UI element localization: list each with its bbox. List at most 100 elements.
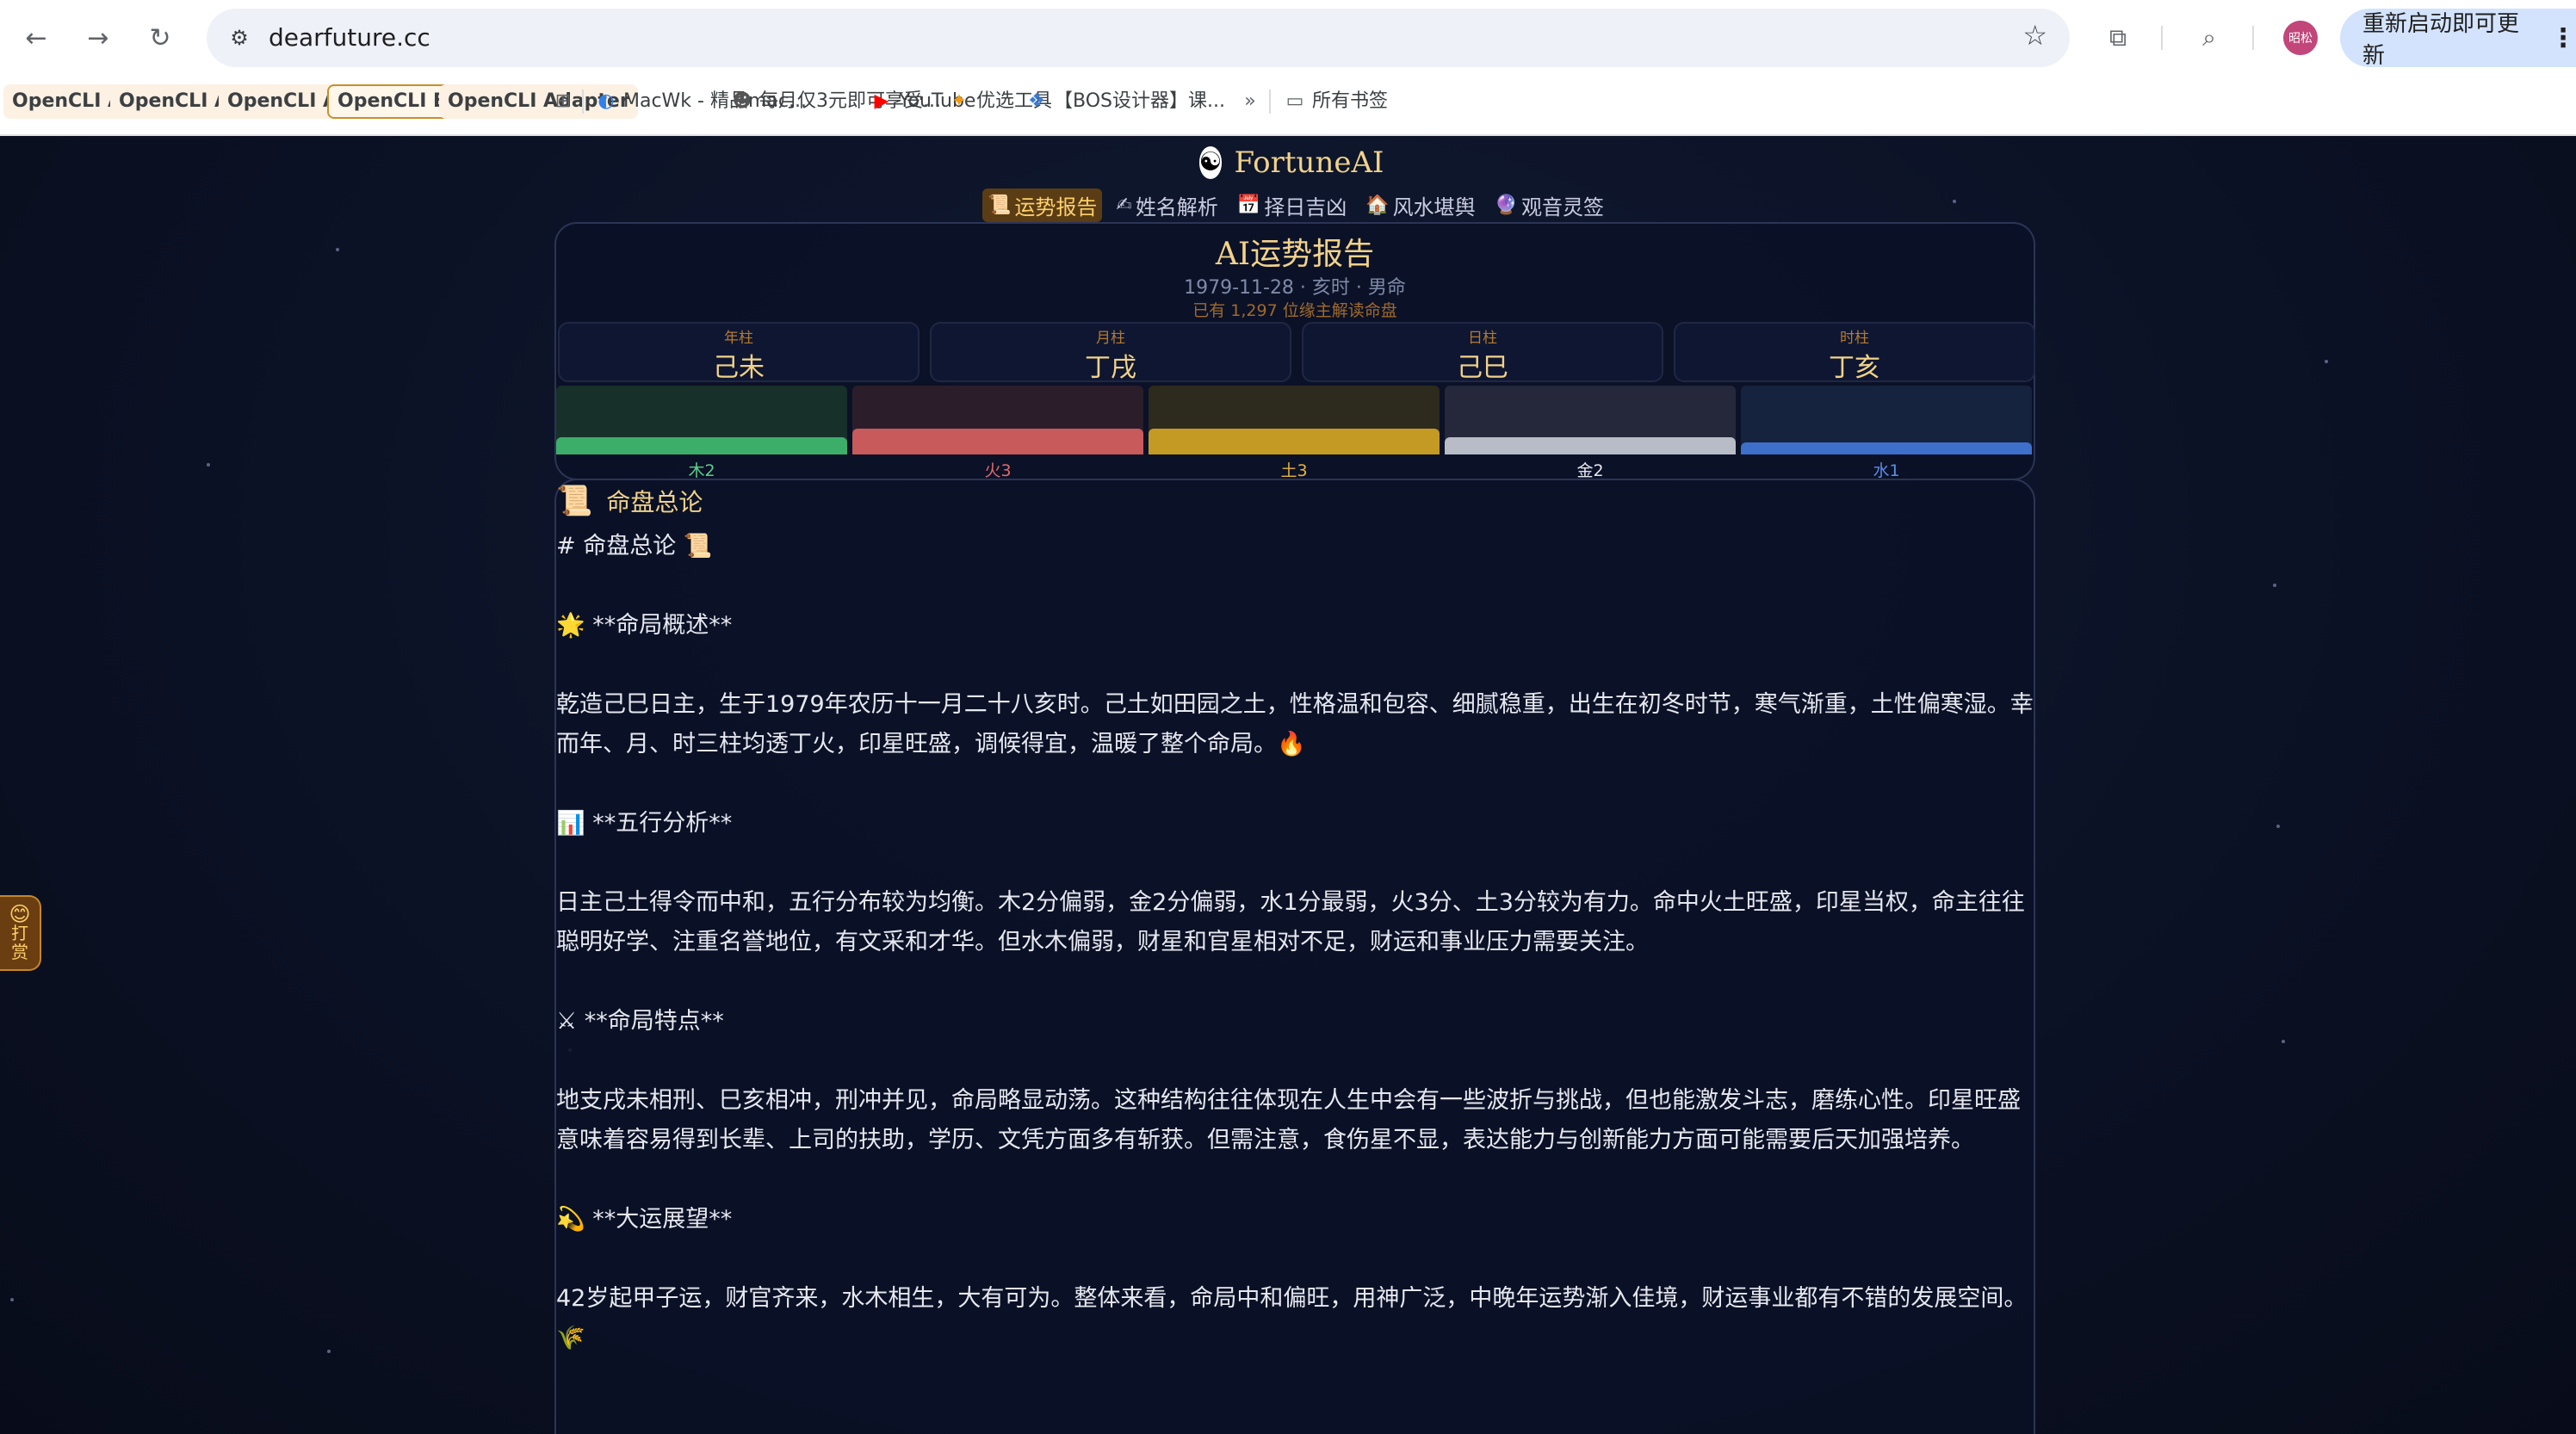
report-article: # 命盘总论 📜 🌟 **命局概述** 乾造己巳日主，生于1979年农历十一月二… (556, 527, 2037, 1358)
site-info-icon[interactable]: ⚙ (222, 21, 257, 55)
crystal-ball-icon: 🔮 (1494, 194, 1519, 216)
article-gap (556, 1042, 2037, 1081)
bookmark-bos[interactable]: ❖ 【BOS设计器】课... (1025, 84, 1225, 119)
element-label-water: 水1 (1873, 461, 1900, 480)
more-menu-icon[interactable]: ⋮ (2550, 23, 2576, 53)
yin-yang-icon: ☯ (1198, 146, 1223, 179)
youtube-icon: ▶ (874, 90, 889, 112)
toolbar-separator (2161, 26, 2163, 50)
star-decoration (336, 248, 339, 251)
house-icon: 🏠 (1365, 194, 1390, 216)
bos-icon: ❖ (1028, 90, 1045, 112)
star-decoration (2276, 825, 2280, 828)
bookmark-star-icon[interactable]: ☆ (2022, 19, 2047, 52)
report-summary-card: AI运势报告 1979-11-28 · 亥时 · 男命 已有 1,297 位缘主… (554, 222, 2035, 480)
element-label-metal: 金2 (1576, 461, 1604, 480)
article-paragraph: 日主己土得令而中和，五行分布较为均衡。木2分偏弱，金2分偏弱，水1分最弱，火3分… (556, 889, 2025, 955)
nav-feng-shui[interactable]: 🏠 风水堪舆 (1360, 189, 1480, 222)
reload-button[interactable]: ↻ (139, 17, 181, 59)
element-bar-fire (852, 429, 1143, 454)
tip-label-2: 赏 (11, 942, 28, 962)
article-paragraph: 乾造己巳日主，生于1979年农历十一月二十八亥时。己土如田园之土，性格温和包容、… (556, 691, 2034, 757)
article-heading: 🌟 **命局概述** (556, 612, 733, 639)
report-subtitle: 1979-11-28 · 亥时 · 男命 (1184, 277, 1406, 299)
nav-date-selection[interactable]: 📅 择日吉凶 (1232, 189, 1352, 222)
article-heading: ⚔ **命局特点** (556, 1008, 724, 1035)
bookmarks-overflow-icon[interactable]: » (1238, 84, 1267, 119)
browser-toolbar: ← → ↻ ⚙ dearfuture.cc ☆ ⧉ ⌕ 昭松 重新启动即可更新 … (0, 0, 2576, 76)
site-brand[interactable]: ☯ FortuneAI (1198, 141, 1384, 184)
element-track (1149, 386, 1440, 454)
arrow-right-icon: → (87, 22, 109, 53)
arrow-left-icon: ← (25, 22, 47, 53)
url-text[interactable]: dearfuture.cc (269, 21, 430, 55)
element-wood: 木2 (556, 386, 847, 480)
pillar-year: 年柱 己未 (558, 322, 920, 383)
star-decoration (207, 463, 210, 467)
article-gap (556, 1239, 2037, 1279)
element-bar-earth (1149, 429, 1440, 454)
pillar-hour: 时柱 丁亥 (1674, 322, 2035, 383)
nav-guanyin-lots[interactable]: 🔮 观音灵签 (1489, 189, 1609, 222)
bookmark-all-bookmarks[interactable]: ▭ 所有书签 (1283, 84, 1388, 119)
element-water: 水1 (1741, 386, 2032, 480)
nav-fortune-report[interactable]: 📜 运势报告 (981, 188, 1103, 222)
element-metal: 金2 (1445, 386, 1736, 480)
element-track (1445, 386, 1736, 454)
address-bar[interactable]: ⚙ dearfuture.cc ☆ (207, 9, 2070, 67)
profile-avatar[interactable]: 昭松 (2283, 21, 2318, 55)
article-paragraph: 地支戌未相刑、巳亥相冲，刑冲并见，命局略显动荡。这种结构往往体现在人生中会有一些… (556, 1087, 2021, 1153)
tip-label-1: 打 (11, 923, 28, 943)
nav-name-analysis[interactable]: ✍ 姓名解析 (1111, 189, 1223, 222)
scroll-icon: 📜 (987, 194, 1012, 216)
reader-count: 已有 1,297 位缘主解读命盘 (1192, 301, 1397, 320)
back-button[interactable]: ← (15, 17, 57, 59)
star-decoration (327, 1350, 331, 1353)
article-gap (556, 1160, 2037, 1200)
forward-button[interactable]: → (77, 17, 119, 59)
element-track (556, 386, 847, 454)
extensions-icon[interactable]: ⧉ (2099, 19, 2137, 57)
scroll-icon: 📜 (556, 484, 593, 518)
tip-button[interactable]: 😊 打 赏 (0, 895, 41, 971)
calendar-icon: 📅 (1236, 194, 1261, 216)
article-gap (556, 566, 2037, 606)
element-earth: 土3 (1149, 386, 1440, 480)
tool-icon: ✦ (951, 90, 968, 112)
element-track (852, 386, 1143, 454)
update-button-label: 重新启动即可更新 (2362, 11, 2520, 69)
update-button[interactable]: 重新启动即可更新 ⋮ (2340, 9, 2576, 69)
pillar-month: 月柱 丁戌 (930, 322, 1291, 383)
element-track (1741, 386, 2032, 454)
element-label-fire: 火3 (984, 461, 1012, 480)
tab-search-icon[interactable]: ⌕ (2190, 19, 2228, 57)
element-fire: 火3 (852, 386, 1143, 480)
article-gap (556, 764, 2037, 804)
bookmarks-separator (1269, 90, 1271, 114)
article-heading: 📊 **五行分析** (556, 810, 733, 837)
star-decoration (1953, 200, 1956, 203)
smile-icon: 😊 (9, 902, 31, 926)
macwk-icon: ◐ (598, 90, 615, 112)
section-heading: 📜 命盘总论 (556, 484, 703, 518)
star-decoration (2282, 1040, 2285, 1043)
report-title: AI运势报告 (1215, 237, 1375, 272)
folder-icon: ▭ (1285, 90, 1304, 112)
pillar-day: 日柱 己巳 (1302, 322, 1663, 383)
element-bar-wood (556, 437, 847, 454)
article-gap (556, 962, 2037, 1002)
apps-grid-icon[interactable]: ⊞ (551, 84, 580, 119)
star-decoration (10, 1298, 14, 1301)
site-nav: 📜 运势报告 ✍ 姓名解析 📅 择日吉凶 🏠 风水堪舆 🔮 观音灵签 (981, 188, 1604, 222)
star-decoration (2325, 360, 2328, 363)
article-gap (556, 646, 2037, 685)
element-bar-metal (1445, 437, 1736, 454)
writing-hand-icon: ✍ (1116, 194, 1132, 216)
article-line: # 命盘总论 📜 (556, 533, 713, 559)
report-content-card: 📜 命盘总论 # 命盘总论 📜 🌟 **命局概述** 乾造己巳日主，生于1979… (554, 479, 2035, 1434)
page-viewport: ☯ FortuneAI 📜 运势报告 ✍ 姓名解析 📅 择日吉凶 🏠 风水堪舆 🔮 观音灵… (0, 136, 2576, 1434)
element-label-wood: 木2 (688, 461, 715, 480)
mask-icon: ☻ (732, 90, 752, 112)
element-label-earth: 土3 (1280, 461, 1308, 480)
bookmarks-separator (582, 90, 584, 114)
